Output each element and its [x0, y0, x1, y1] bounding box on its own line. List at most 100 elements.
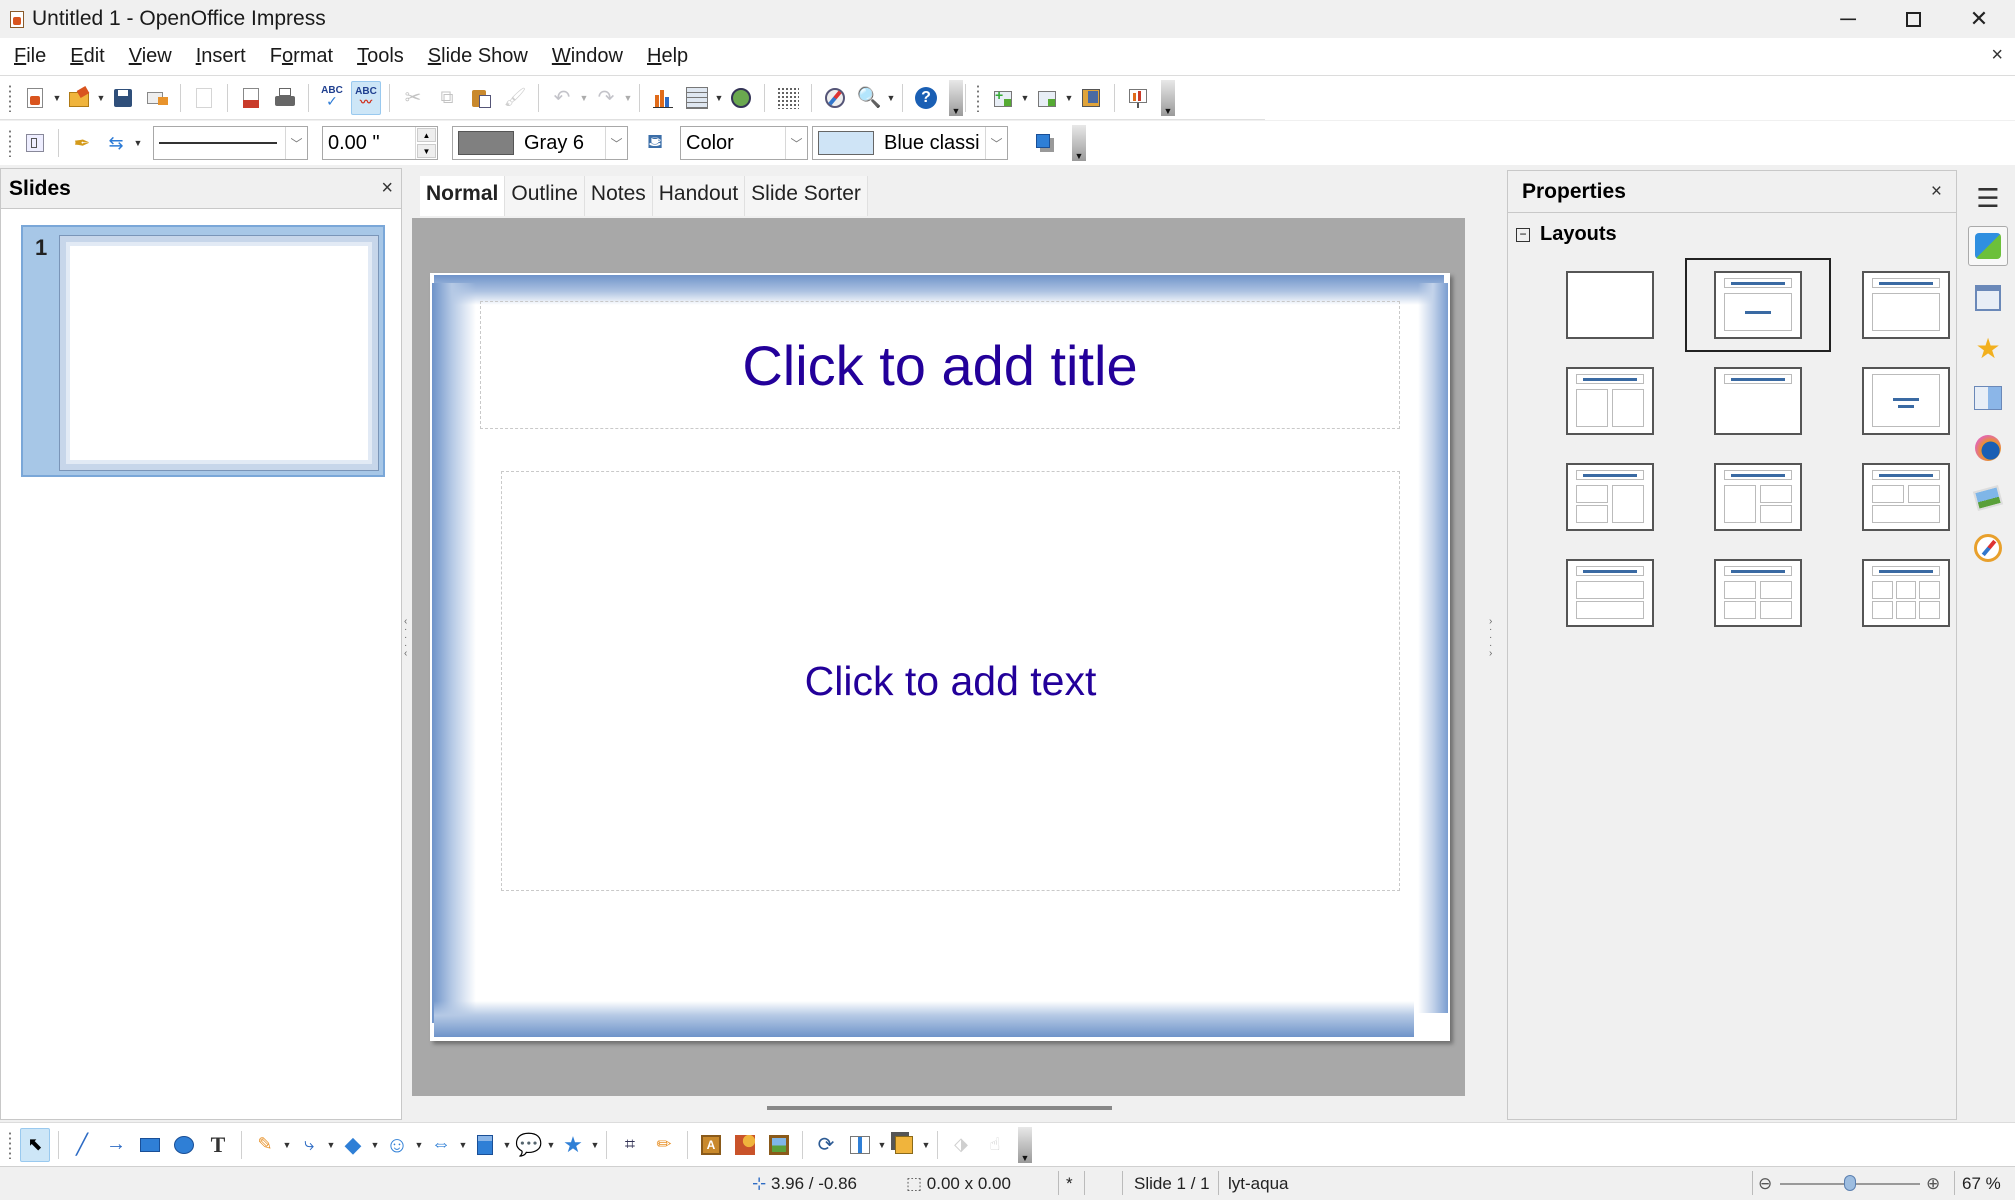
new-slide-button[interactable]: + [988, 81, 1018, 115]
toolbar-grip[interactable] [976, 83, 980, 112]
stars-button[interactable]: ★ [558, 1128, 588, 1162]
menu-slide-show[interactable]: Slide Show [416, 45, 540, 68]
paste-button[interactable] [466, 81, 496, 115]
sidebar-tab-custom-animation[interactable]: ★ [1968, 328, 2008, 368]
spellcheck-button[interactable]: ABC ✓ [317, 81, 347, 115]
sidebar-tab-properties[interactable] [1968, 226, 2008, 266]
layout-option[interactable] [1536, 545, 1684, 641]
sidebar-tab-gallery[interactable] [1968, 478, 2008, 518]
sidebar-menu-button[interactable]: ☰ [1968, 178, 2008, 218]
line-color-select[interactable]: Gray 6 ﹀ [452, 126, 628, 160]
glue-points-button[interactable]: ✏ [649, 1128, 679, 1162]
copy-button[interactable]: ⧉ [432, 81, 462, 115]
arrow-style-button[interactable]: ⇆ [101, 126, 131, 160]
flowcharts-button[interactable] [470, 1128, 500, 1162]
symbol-shapes-button[interactable]: ☺ [382, 1128, 412, 1162]
menu-window[interactable]: Window [540, 45, 635, 68]
connector-dropdown[interactable]: ▼ [326, 1140, 336, 1150]
table-dropdown[interactable]: ▼ [714, 93, 724, 103]
zoom-slider-thumb[interactable] [1844, 1175, 1856, 1191]
new-slide-dropdown[interactable]: ▼ [1020, 93, 1030, 103]
clone-formatting-button[interactable]: 🖌 [500, 81, 530, 115]
layouts-section-header[interactable]: − Layouts [1516, 223, 1617, 246]
export-pdf-button[interactable] [236, 81, 266, 115]
flowcharts-dropdown[interactable]: ▼ [502, 1140, 512, 1150]
zoom-in-button[interactable]: ⊕ [1926, 1174, 1940, 1194]
cut-button[interactable]: ✂ [398, 81, 428, 115]
chart-button[interactable] [648, 81, 678, 115]
collapse-handle-icon[interactable]: ‹ · · · ‹ [404, 617, 407, 659]
save-button[interactable] [108, 81, 138, 115]
sidebar-tab-styles[interactable] [1968, 428, 2008, 468]
toolbar-overflow-button[interactable]: ▼ [1161, 79, 1175, 116]
collapse-handle-icon[interactable]: › · · · › [1489, 617, 1492, 659]
block-arrows-dropdown[interactable]: ▼ [458, 1140, 468, 1150]
callouts-dropdown[interactable]: ▼ [546, 1140, 556, 1150]
rectangle-button[interactable] [135, 1128, 165, 1162]
new-dropdown[interactable]: ▼ [52, 93, 62, 103]
sidebar-tab-slide-transition[interactable] [1968, 378, 2008, 418]
arrange-button[interactable] [889, 1128, 919, 1162]
shadow-button[interactable] [1030, 126, 1060, 160]
help-button[interactable]: ? [911, 81, 941, 115]
extrusion-button[interactable]: ⬗ [946, 1128, 976, 1162]
arrow-style-dropdown[interactable]: ▼ [133, 138, 143, 148]
sidebar-tab-master-pages[interactable] [1968, 278, 2008, 318]
zoom-button[interactable]: 🔍 [854, 81, 884, 115]
interaction-button[interactable]: ☝ [980, 1128, 1010, 1162]
curve-button[interactable]: ✎ [250, 1128, 280, 1162]
fill-color-select[interactable]: Blue classi ﹀ [812, 126, 1008, 160]
layout-option[interactable] [1832, 545, 1980, 641]
slide-design-button[interactable] [1076, 81, 1106, 115]
toolbar-grip[interactable] [8, 83, 12, 112]
menu-view[interactable]: View [117, 45, 184, 68]
close-window-button[interactable]: ✕ [1946, 0, 2012, 38]
layout-option[interactable] [1832, 257, 1980, 353]
layout-option[interactable] [1684, 449, 1832, 545]
properties-close-button[interactable]: × [1931, 181, 1942, 203]
line-tool-button[interactable]: ╱ [67, 1128, 97, 1162]
tab-slide-sorter[interactable]: Slide Sorter [745, 176, 868, 216]
content-placeholder[interactable]: Click to add text [501, 471, 1400, 891]
print-button[interactable] [270, 81, 300, 115]
undo-dropdown[interactable]: ▼ [579, 93, 589, 103]
redo-button[interactable]: ↷ [591, 81, 621, 115]
toolbar-overflow-button[interactable]: ▼ [1072, 125, 1086, 161]
menu-insert[interactable]: Insert [184, 45, 258, 68]
grid-button[interactable] [773, 81, 803, 115]
zoom-out-button[interactable]: ⊖ [1758, 1174, 1772, 1194]
close-document-button[interactable]: × [1991, 44, 2003, 67]
align-button[interactable] [845, 1128, 875, 1162]
sidebar-tab-navigator[interactable] [1968, 528, 2008, 568]
open-dropdown[interactable]: ▼ [96, 93, 106, 103]
curve-dropdown[interactable]: ▼ [282, 1140, 292, 1150]
layout-option[interactable] [1832, 449, 1980, 545]
tab-handout[interactable]: Handout [653, 176, 746, 216]
points-button[interactable]: ⌗ [615, 1128, 645, 1162]
slides-pane-close-button[interactable]: × [381, 177, 393, 200]
line-width-spinner[interactable]: ▲ ▼ [415, 127, 437, 159]
layout-option[interactable] [1684, 257, 1832, 353]
line-style-select[interactable]: ﹀ [153, 126, 308, 160]
undo-button[interactable]: ↶ [547, 81, 577, 115]
new-button[interactable] [20, 81, 50, 115]
slide-layout-dropdown[interactable]: ▼ [1064, 93, 1074, 103]
layout-option[interactable] [1684, 353, 1832, 449]
line-width-field[interactable]: 0.00 " ▲ ▼ [322, 126, 438, 160]
toolbar-overflow-button[interactable]: ▼ [949, 79, 963, 116]
select-button[interactable]: ⬉ [20, 1127, 50, 1162]
email-document-button[interactable] [142, 81, 172, 115]
menu-help[interactable]: Help [635, 45, 700, 68]
hyperlink-button[interactable] [726, 81, 756, 115]
layout-option[interactable] [1536, 449, 1684, 545]
collapse-icon[interactable]: − [1516, 227, 1530, 242]
spin-down-icon[interactable]: ▼ [417, 144, 436, 158]
stars-dropdown[interactable]: ▼ [590, 1140, 600, 1150]
tab-notes[interactable]: Notes [585, 176, 653, 216]
callouts-button[interactable]: 💬 [514, 1128, 544, 1162]
zoom-percent[interactable]: 67 % [1962, 1174, 2001, 1194]
redo-dropdown[interactable]: ▼ [623, 93, 633, 103]
line-button[interactable]: ✒ [67, 126, 97, 160]
styles-button[interactable] [20, 126, 50, 160]
basic-shapes-button[interactable]: ◆ [338, 1128, 368, 1162]
